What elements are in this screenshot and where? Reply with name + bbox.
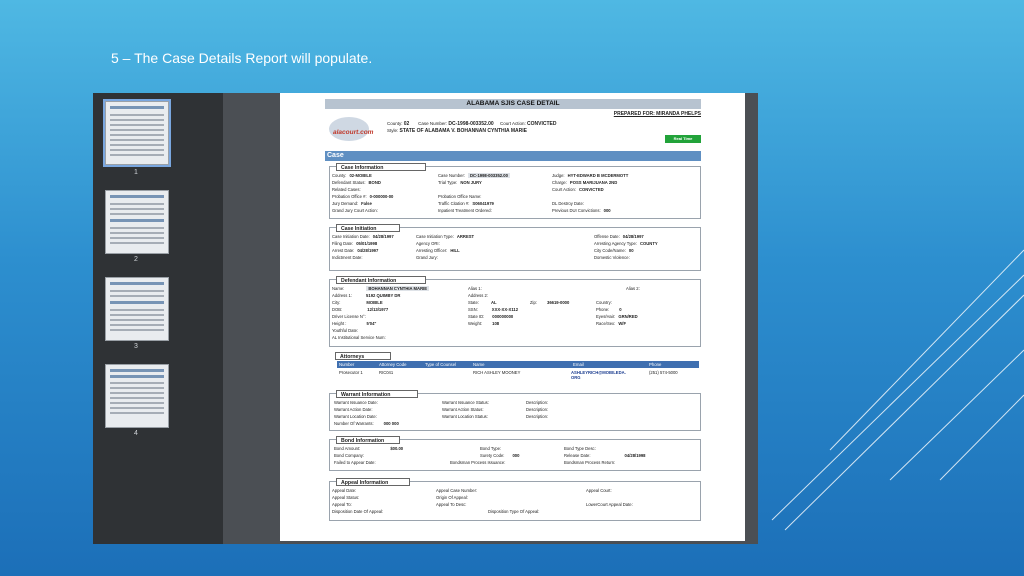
case-information-section: Case Information County: 02-MOBILE Defend… bbox=[329, 163, 701, 219]
thumbnail-panel[interactable]: 1 2 3 4 bbox=[93, 93, 223, 544]
column-header: Number bbox=[339, 362, 355, 367]
column-header: Email bbox=[573, 362, 584, 367]
header-row-2: Style: STATE OF ALABAMA V. BOHANNAN CYNT… bbox=[387, 128, 527, 134]
column-header: Name bbox=[473, 362, 485, 367]
page-thumbnail-label-2: 2 bbox=[134, 256, 138, 263]
defendant-information-section: Defendant Information Name: BOHANNAN CYNT… bbox=[329, 276, 701, 347]
page-thumbnail-label-3: 3 bbox=[134, 343, 138, 350]
report-title: ALABAMA SJIS CASE DETAIL bbox=[325, 99, 701, 109]
case-initiation-section: Case Initiation Case Initiation Date: 04/… bbox=[329, 224, 701, 271]
case-information-heading: Case Information bbox=[336, 163, 426, 171]
alacourt-logo-icon: alacourt.com bbox=[329, 115, 377, 143]
logo-text: alacourt.com bbox=[333, 129, 374, 136]
page-thumbnail-3[interactable] bbox=[105, 277, 169, 341]
prepared-for: PREPARED FOR: MIRANDA PHELPS bbox=[613, 111, 701, 117]
header-row-1: County: 02 Case Number: DC-1998-003352.0… bbox=[387, 121, 557, 127]
attorneys-section: Attorneys Number Attorney Code Type of C… bbox=[329, 352, 701, 385]
bond-information-section: Bond Information Bond Amount: $00.00 Bond… bbox=[329, 436, 701, 471]
warrant-information-heading: Warrant Information bbox=[336, 390, 418, 398]
page-thumbnail-label-4: 4 bbox=[134, 430, 138, 437]
appeal-information-heading: Appeal Information bbox=[336, 478, 410, 486]
attorney-email-link[interactable]: ASHLEYRICH@MOBILEDA. ORG bbox=[571, 370, 641, 380]
slide-title: 5 – The Case Details Report will populat… bbox=[111, 50, 373, 66]
page-thumbnail-1[interactable] bbox=[103, 99, 171, 167]
column-header: Attorney Code bbox=[379, 362, 407, 367]
case-initiation-heading: Case Initiation bbox=[336, 224, 400, 232]
case-header: Case bbox=[325, 151, 701, 161]
bond-information-heading: Bond Information bbox=[336, 436, 400, 444]
report-page: ALABAMA SJIS CASE DETAIL PREPARED FOR: M… bbox=[280, 93, 745, 541]
warrant-information-section: Warrant Information Warrant Issuance Dat… bbox=[329, 390, 701, 431]
pdf-viewer: 1 2 3 4 ALABAMA SJIS CASE DETAIL PREPARE… bbox=[93, 93, 758, 544]
real-time-button[interactable]: Real Time bbox=[665, 135, 701, 143]
attorneys-table-header: Number Attorney Code Type of Counsel Nam… bbox=[337, 361, 699, 368]
defendant-information-heading: Defendant Information bbox=[336, 276, 426, 284]
appeal-information-section: Appeal Information Appeal Date: Appeal S… bbox=[329, 478, 701, 521]
column-header: Phone bbox=[649, 362, 662, 367]
column-header: Type of Counsel bbox=[425, 362, 457, 367]
page-thumbnail-label-1: 1 bbox=[134, 169, 138, 176]
attorneys-heading: Attorneys bbox=[335, 352, 391, 360]
table-row: Prosecutor 1 RIC041 RICH ASHLEY MOONEY A… bbox=[339, 370, 678, 380]
page-thumbnail-4[interactable] bbox=[105, 364, 169, 428]
page-thumbnail-2[interactable] bbox=[105, 190, 169, 254]
